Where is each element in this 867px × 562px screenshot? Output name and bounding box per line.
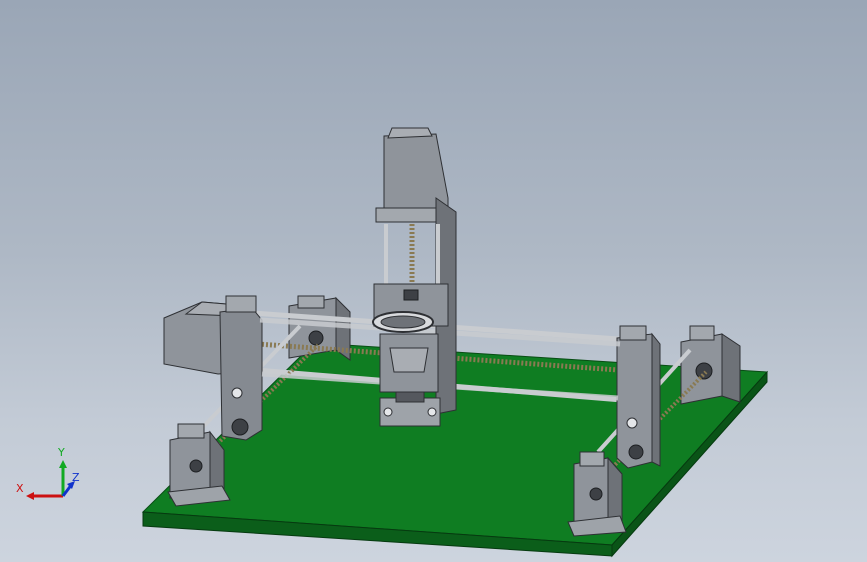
spindle-carriage[interactable] <box>372 283 449 427</box>
right-gantry-carriage[interactable] <box>616 325 661 469</box>
graphics-viewport[interactable]: X Y Z <box>0 0 867 562</box>
coordinate-triad: X Y Z <box>16 446 80 500</box>
y-axis-label: Y <box>57 446 65 459</box>
z-axis-label: Z <box>72 471 80 484</box>
cad-model-scene[interactable] <box>0 0 867 562</box>
y-arrow-head <box>59 460 67 468</box>
x-arrow-head <box>26 492 34 500</box>
x-axis-label: X <box>16 482 24 495</box>
back-right-bearing-block[interactable] <box>680 325 741 405</box>
